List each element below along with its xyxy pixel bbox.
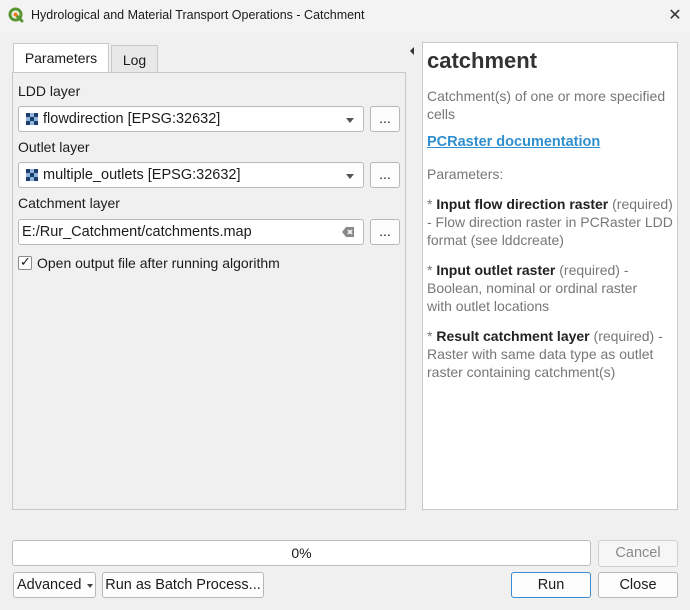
help-param-ldd-name: Input flow direction raster	[436, 196, 609, 212]
close-label: Close	[619, 577, 657, 593]
ldd-layer-select[interactable]: flowdirection [EPSG:32632]	[18, 106, 364, 132]
catchment-layer-label: Catchment layer	[18, 195, 120, 211]
qgis-logo-icon	[8, 7, 24, 23]
outlet-browse-button[interactable]: ...	[370, 162, 400, 188]
tab-parameters-label: Parameters	[24, 50, 98, 66]
help-param-outlet: * Input outlet raster (required) - Boole…	[427, 261, 663, 315]
run-button[interactable]: Run	[511, 572, 591, 598]
ldd-browse-button[interactable]: ...	[370, 106, 400, 132]
raster-layer-icon	[26, 113, 38, 125]
outlet-browse-label: ...	[379, 166, 391, 182]
help-parameters-heading: Parameters:	[427, 166, 504, 182]
chevron-down-icon	[346, 118, 354, 123]
help-param-result: * Result catchment layer (required) - Ra…	[427, 327, 663, 381]
window-title: Hydrological and Material Transport Oper…	[31, 8, 365, 22]
catchment-browse-label: ...	[379, 223, 391, 239]
tab-log-label: Log	[122, 52, 147, 68]
close-button[interactable]: Close	[598, 572, 678, 598]
progress-bar: 0%	[12, 540, 591, 566]
open-output-label: Open output file after running algorithm	[37, 255, 280, 271]
help-intro: Catchment(s) of one or more specified ce…	[427, 88, 666, 122]
bullet: *	[427, 196, 433, 212]
run-batch-button[interactable]: Run as Batch Process...	[102, 572, 264, 598]
checkmark-icon: ✓	[20, 254, 31, 269]
bullet: *	[427, 262, 433, 278]
outlet-layer-label: Outlet layer	[18, 139, 90, 155]
help-param-result-name: Result catchment layer	[436, 328, 590, 344]
catchment-output-value: E:/Rur_Catchment/catchments.map	[22, 224, 252, 240]
bullet: *	[427, 328, 433, 344]
tab-parameters[interactable]: Parameters	[13, 43, 109, 73]
help-param-ldd: * Input flow direction raster (required)…	[427, 195, 673, 249]
catchment-output-field[interactable]: E:/Rur_Catchment/catchments.map	[18, 219, 364, 245]
cancel-label: Cancel	[615, 545, 661, 561]
progress-text: 0%	[291, 545, 312, 561]
open-output-checkbox[interactable]: ✓	[18, 254, 32, 270]
chevron-down-icon	[87, 584, 93, 588]
tab-log[interactable]: Log	[111, 45, 158, 73]
parameters-panel	[12, 72, 406, 510]
outlet-layer-select[interactable]: multiple_outlets [EPSG:32632]	[18, 162, 364, 188]
close-window-button[interactable]: ✕	[664, 5, 686, 27]
pcraster-documentation-link[interactable]: PCRaster documentation	[427, 134, 600, 150]
help-param-outlet-name: Input outlet raster	[436, 262, 556, 278]
ldd-browse-label: ...	[379, 110, 391, 126]
cancel-button[interactable]: Cancel	[598, 540, 678, 567]
ldd-layer-value: flowdirection [EPSG:32632]	[43, 111, 221, 127]
run-label: Run	[537, 577, 565, 593]
collapse-arrow-icon[interactable]	[408, 43, 416, 55]
clear-text-icon[interactable]	[341, 225, 355, 239]
ldd-layer-label: LDD layer	[18, 83, 81, 99]
chevron-down-icon	[346, 174, 354, 179]
help-title: catchment	[427, 48, 538, 73]
catchment-browse-button[interactable]: ...	[370, 219, 400, 245]
advanced-button[interactable]: Advanced	[13, 572, 96, 598]
outlet-layer-value: multiple_outlets [EPSG:32632]	[43, 167, 241, 183]
run-batch-label: Run as Batch Process...	[105, 577, 261, 593]
raster-layer-icon	[26, 169, 38, 181]
close-icon: ✕	[668, 7, 682, 24]
advanced-label: Advanced	[17, 577, 82, 593]
